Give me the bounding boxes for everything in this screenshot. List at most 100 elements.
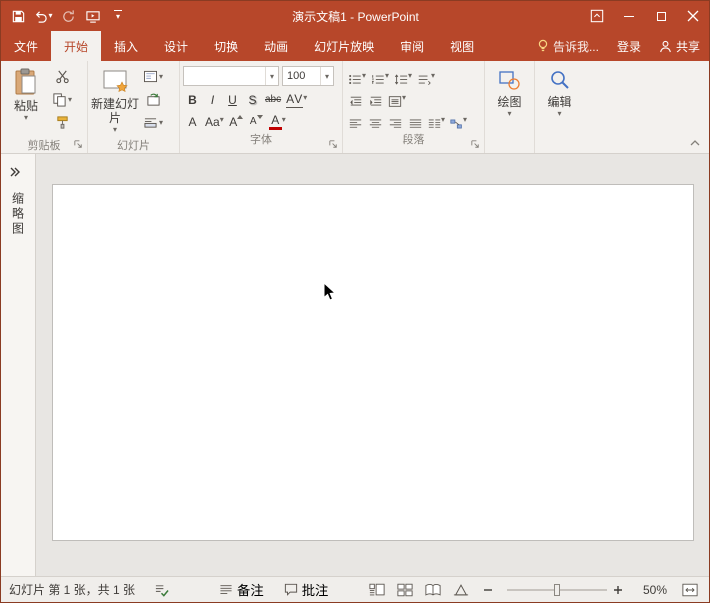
reading-view-button[interactable] <box>421 579 445 601</box>
bold-button[interactable]: B <box>183 88 202 108</box>
drawing-label: 绘图 <box>497 95 521 109</box>
spell-check-button[interactable] <box>149 579 173 601</box>
line-spacing-icon <box>394 73 408 86</box>
align-right-button[interactable] <box>386 110 405 130</box>
clear-formatting-button[interactable]: A <box>183 110 202 130</box>
ribbon-display-options-button[interactable] <box>581 1 613 31</box>
slide-layout-button[interactable]: ▾ <box>141 66 165 87</box>
undo-button[interactable]: ▾ <box>31 4 55 28</box>
grow-font-button[interactable]: A <box>227 110 246 130</box>
paragraph-dialog-launcher[interactable] <box>469 138 482 151</box>
tab-slideshow[interactable]: 幻灯片放映 <box>301 31 387 61</box>
paste-button[interactable]: 粘贴 ▾ <box>4 63 48 136</box>
font-color-button[interactable]: A▾ <box>267 110 288 130</box>
normal-view-button[interactable] <box>365 579 389 601</box>
strikethrough-button[interactable]: abc <box>263 88 283 108</box>
redo-button[interactable] <box>56 4 80 28</box>
comments-button[interactable]: 批注 <box>280 579 333 601</box>
reset-slide-button[interactable] <box>141 89 165 110</box>
tab-transitions[interactable]: 切换 <box>201 31 251 61</box>
new-slide-button[interactable]: 新建幻灯片 ▾ <box>91 63 139 136</box>
zoom-percentage[interactable]: 50% <box>637 583 667 597</box>
font-name-combobox[interactable]: ▾ <box>183 66 279 86</box>
font-dialog-launcher[interactable] <box>327 138 340 151</box>
align-center-button[interactable] <box>366 110 385 130</box>
slide-show-button[interactable] <box>449 579 473 601</box>
character-spacing-button[interactable]: AV▾ <box>284 88 309 108</box>
font-size-combobox[interactable]: 100 ▾ <box>282 66 334 86</box>
text-shadow-button[interactable]: S <box>243 88 262 108</box>
clipboard-dialog-launcher[interactable] <box>72 138 85 151</box>
start-presentation-button[interactable] <box>81 4 105 28</box>
chevron-down-icon: ▾ <box>24 113 28 123</box>
slide-show-icon <box>453 583 469 597</box>
cut-button[interactable] <box>50 66 74 87</box>
share-button[interactable]: 共享 <box>650 31 709 61</box>
qat-customize-button[interactable]: ▾ <box>106 4 130 28</box>
clipboard-small-buttons: ▾ <box>50 63 74 136</box>
bullets-button[interactable]: ▾ <box>346 66 368 86</box>
zoom-slider-thumb[interactable] <box>554 584 560 596</box>
shrink-font-button[interactable]: A <box>247 110 266 130</box>
numbering-icon <box>371 73 385 86</box>
format-painter-button[interactable] <box>50 112 74 133</box>
share-label: 共享 <box>676 38 700 55</box>
align-left-button[interactable] <box>346 110 365 130</box>
section-button[interactable]: ▾ <box>141 112 165 133</box>
tabbar-right-area: 告诉我... 登录 共享 <box>528 31 709 61</box>
underline-button[interactable]: U <box>223 88 242 108</box>
numbering-button[interactable]: ▾ <box>369 66 391 86</box>
zoom-in-button[interactable] <box>613 581 631 599</box>
editing-button[interactable]: 编辑 ▾ <box>538 63 581 153</box>
line-spacing-button[interactable]: ▾ <box>392 66 414 86</box>
chevron-down-icon[interactable]: ▾ <box>320 67 333 85</box>
save-button[interactable] <box>6 4 30 28</box>
text-direction-button[interactable]: ▾ <box>415 66 437 86</box>
align-text-button[interactable]: ▾ <box>386 88 408 108</box>
chevron-down-icon: ▾ <box>557 109 561 119</box>
chevron-down-icon: ▾ <box>159 118 163 128</box>
minimize-button[interactable] <box>613 1 645 31</box>
notes-button[interactable]: 备注 <box>215 579 268 601</box>
tab-home[interactable]: 开始 <box>51 31 101 61</box>
increase-indent-button[interactable] <box>366 88 385 108</box>
sign-in-button[interactable]: 登录 <box>608 31 650 61</box>
tab-animations[interactable]: 动画 <box>251 31 301 61</box>
slide-sorter-view-button[interactable] <box>393 579 417 601</box>
drawing-button[interactable]: 绘图 ▾ <box>488 63 531 153</box>
font-group-label: 字体 <box>183 130 339 147</box>
zoom-out-button[interactable] <box>483 581 501 599</box>
tab-view[interactable]: 视图 <box>437 31 487 61</box>
columns-button[interactable]: ▾ <box>426 110 447 130</box>
slide-canvas[interactable] <box>52 184 694 541</box>
close-button[interactable] <box>677 1 709 31</box>
copy-button[interactable]: ▾ <box>50 89 74 110</box>
start-presentation-icon <box>85 9 101 24</box>
italic-button[interactable]: I <box>203 88 222 108</box>
expand-thumbnails-button[interactable] <box>8 162 28 182</box>
tab-review[interactable]: 审阅 <box>387 31 437 61</box>
convert-to-smartart-button[interactable]: ▾ <box>448 110 469 130</box>
thumbnail-pane: 缩略图 <box>1 154 36 576</box>
decrease-indent-button[interactable] <box>346 88 365 108</box>
tell-me-box[interactable]: 告诉我... <box>528 31 608 61</box>
columns-icon <box>428 118 441 130</box>
chevron-right-icon <box>8 166 20 178</box>
zoom-slider-track[interactable] <box>507 589 607 591</box>
thumbnail-pane-label[interactable]: 缩略图 <box>10 192 27 237</box>
maximize-button[interactable] <box>645 1 677 31</box>
collapse-ribbon-button[interactable] <box>686 135 704 150</box>
notes-icon <box>219 584 233 596</box>
change-case-button[interactable]: Aa▾ <box>203 110 226 130</box>
chevron-down-icon[interactable]: ▾ <box>265 67 278 85</box>
increase-indent-icon <box>369 95 383 108</box>
justify-button[interactable] <box>406 110 425 130</box>
fit-slide-to-window-button[interactable] <box>679 579 701 601</box>
tab-insert[interactable]: 插入 <box>101 31 151 61</box>
tab-file[interactable]: 文件 <box>1 31 51 61</box>
tab-design[interactable]: 设计 <box>151 31 201 61</box>
chevron-down-icon: ▾ <box>282 115 286 125</box>
font-buttons-row-2: A Aa▾ A A A▾ <box>183 110 339 130</box>
tell-me-label: 告诉我... <box>553 38 599 55</box>
view-switcher <box>365 579 473 601</box>
